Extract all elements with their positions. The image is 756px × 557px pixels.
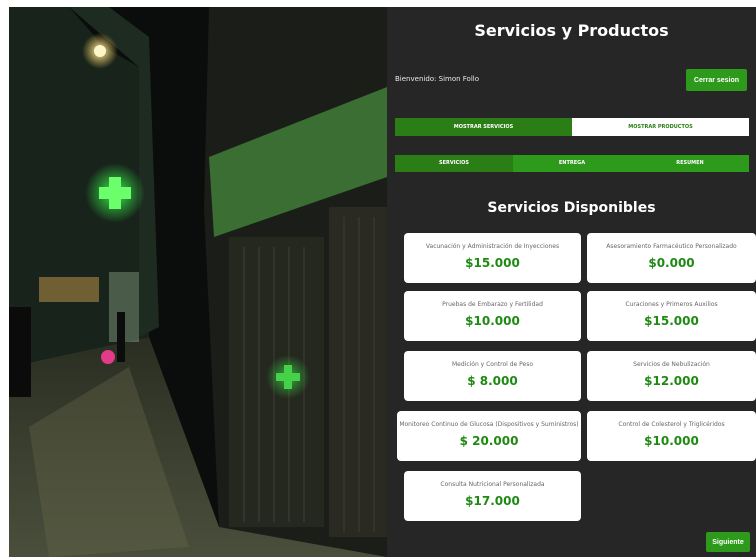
section-title: Servicios Disponibles	[487, 200, 656, 216]
next-button[interactable]: Siguiente »	[706, 532, 750, 552]
app-frame: Servicios y Productos Bienvenido: Simon …	[9, 7, 756, 557]
page-title: Servicios y Productos	[474, 21, 669, 40]
street-illustration	[9, 7, 387, 557]
view-toggle: MOSTRAR SERVICIOS MOSTRAR PRODUCTOS	[395, 118, 749, 136]
tab-show-products[interactable]: MOSTRAR PRODUCTOS	[572, 118, 749, 136]
service-name: Asesoramiento Farmacéutico Personalizado	[606, 243, 737, 250]
service-card[interactable]: Vacunación y Administración de Inyeccion…	[404, 233, 581, 283]
services-panel: Servicios y Productos Bienvenido: Simon …	[387, 7, 756, 557]
step-services[interactable]: SERVICIOS	[395, 155, 513, 172]
service-card[interactable]: Curaciones y Primeros Auxilios $15.000	[587, 291, 756, 341]
service-name: Servicios de Nebulización	[633, 361, 710, 368]
service-price: $0.000	[648, 256, 695, 270]
service-price: $ 20.000	[459, 434, 519, 448]
service-card[interactable]: Servicios de Nebulización $12.000	[587, 351, 756, 401]
service-price: $15.000	[644, 314, 699, 328]
service-price: $10.000	[465, 314, 520, 328]
service-card[interactable]: Medición y Control de Peso $ 8.000	[404, 351, 581, 401]
street-photo	[9, 7, 387, 557]
service-name: Curaciones y Primeros Auxilios	[625, 301, 718, 308]
step-delivery[interactable]: ENTREGA	[513, 155, 631, 172]
service-price: $15.000	[465, 256, 520, 270]
service-name: Control de Colesterol y Triglicéridos	[618, 421, 725, 428]
service-name: Medición y Control de Peso	[451, 361, 534, 368]
service-card[interactable]: Control de Colesterol y Triglicéridos $1…	[587, 411, 756, 461]
service-card[interactable]: Pruebas de Embarazo y Fertilidad $10.000	[404, 291, 581, 341]
welcome-text: Bienvenido: Simon Follo	[395, 75, 480, 83]
service-price: $12.000	[644, 374, 699, 388]
tab-show-services[interactable]: MOSTRAR SERVICIOS	[395, 118, 572, 136]
service-price: $10.000	[644, 434, 699, 448]
checkout-steps: SERVICIOS ENTREGA RESUMEN	[395, 155, 749, 172]
service-card[interactable]: Monitoreo Continuo de Glucosa (Dispositi…	[397, 411, 581, 461]
service-name: Consulta Nutricional Personalizada	[440, 481, 545, 488]
service-price: $17.000	[465, 494, 520, 508]
service-name: Pruebas de Embarazo y Fertilidad	[442, 301, 543, 308]
step-summary[interactable]: RESUMEN	[631, 155, 749, 172]
service-name: Vacunación y Administración de Inyeccion…	[425, 243, 560, 250]
service-card[interactable]: Consulta Nutricional Personalizada $17.0…	[404, 471, 581, 521]
service-card[interactable]: Asesoramiento Farmacéutico Personalizado…	[587, 233, 756, 283]
logout-button[interactable]: Cerrar sesion	[686, 69, 747, 91]
service-price: $ 8.000	[467, 374, 518, 388]
service-name: Monitoreo Continuo de Glucosa (Dispositi…	[399, 421, 579, 428]
